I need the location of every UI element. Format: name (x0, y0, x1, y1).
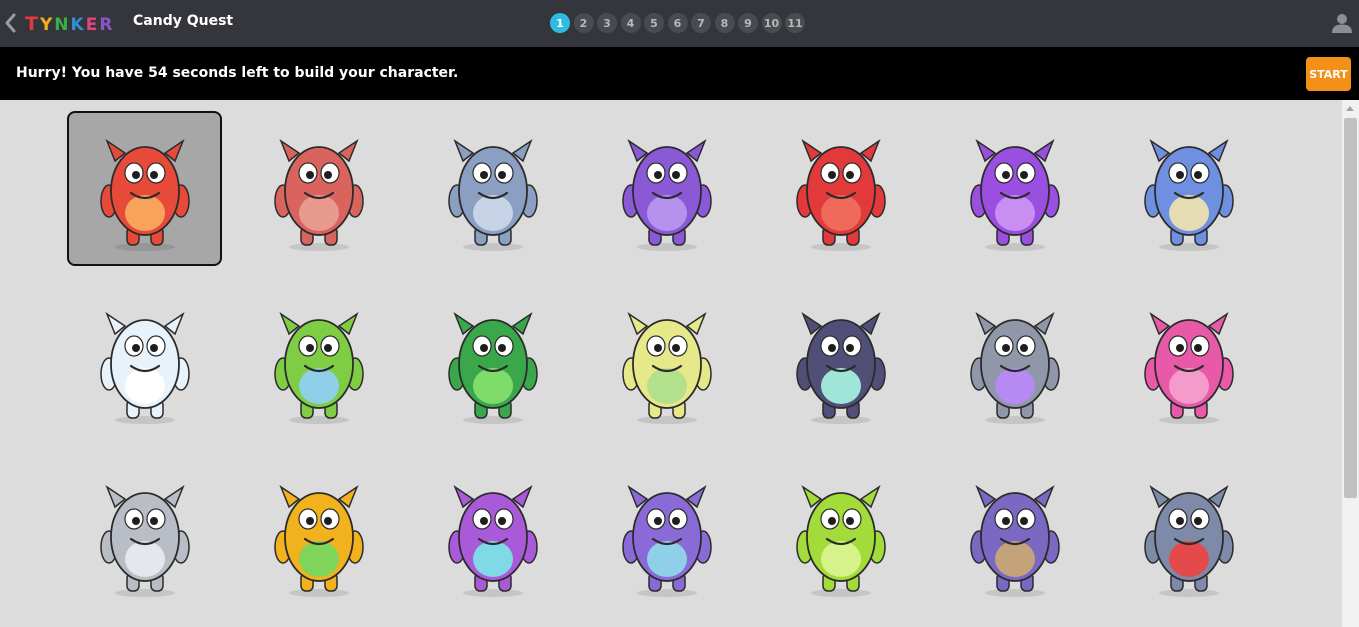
character-option-16[interactable] (241, 457, 396, 612)
logo-letter: R (99, 15, 115, 35)
user-account-button[interactable] (1331, 12, 1353, 34)
scrollbar-thumb[interactable] (1344, 118, 1357, 498)
blue-fly-bug-icon (795, 311, 886, 424)
ghost-monster-icon (99, 311, 190, 424)
character-option-18[interactable] (589, 457, 744, 612)
page-step-6[interactable]: 6 (667, 13, 688, 33)
character-option-9[interactable] (241, 284, 396, 439)
character-option-19[interactable] (763, 457, 918, 612)
page-step-1[interactable]: 1 (550, 13, 570, 33)
logo-letter: K (70, 15, 86, 35)
page-step-4[interactable]: 4 (620, 13, 641, 33)
purple-horned-monster-icon (969, 138, 1060, 251)
yellow-horned-monster-icon (621, 311, 712, 424)
chevron-left-icon (5, 13, 16, 33)
character-option-11[interactable] (589, 284, 744, 439)
logo-letter: Y (39, 15, 55, 35)
yellow-spiky-monster-icon (273, 484, 364, 597)
character-option-15[interactable] (67, 457, 222, 612)
character-option-1[interactable] (67, 111, 222, 266)
character-option-2[interactable] (241, 111, 396, 266)
character-option-13[interactable] (937, 284, 1092, 439)
page-step-5[interactable]: 5 (644, 13, 664, 33)
page-step-9[interactable]: 9 (738, 13, 758, 33)
character-option-20[interactable] (937, 457, 1092, 612)
project-title: Candy Quest (133, 13, 234, 29)
pink-monster-icon (1143, 311, 1234, 424)
green-furry-monster-icon (273, 311, 364, 424)
scrollbar[interactable] (1342, 100, 1359, 627)
blue-furry-monster-icon (1143, 138, 1234, 251)
back-button[interactable] (2, 12, 20, 34)
green-slug-monster-icon (795, 484, 886, 597)
character-option-3[interactable] (415, 111, 570, 266)
page-step-7[interactable]: 7 (691, 13, 711, 33)
purple-bat-icon (621, 138, 712, 251)
purple-owl-monster-icon (969, 484, 1060, 597)
step-pager: 1 2 3 4 5 6 7 8 9 10 11 (550, 13, 805, 33)
character-option-10[interactable] (415, 284, 570, 439)
purple-sad-monster-icon (621, 484, 712, 597)
red-furry-monster-icon (99, 138, 190, 251)
character-option-6[interactable] (937, 111, 1092, 266)
character-option-21[interactable] (1111, 457, 1266, 612)
character-option-7[interactable] (1111, 111, 1266, 266)
red-ant-creature-icon (273, 138, 364, 251)
top-navigation-bar: TYNKER Candy Quest 1 2 3 4 5 6 7 8 9 10 … (0, 0, 1359, 47)
character-option-17[interactable] (415, 457, 570, 612)
page-step-2[interactable]: 2 (573, 13, 594, 33)
purple-blue-hair-monster-icon (447, 484, 538, 597)
user-icon (1332, 14, 1352, 33)
logo-letter: T (25, 13, 40, 35)
character-option-4[interactable] (589, 111, 744, 266)
page-step-11[interactable]: 11 (785, 13, 805, 33)
page-step-3[interactable]: 3 (597, 13, 617, 33)
character-option-5[interactable] (763, 111, 918, 266)
character-option-12[interactable] (763, 284, 918, 439)
robot-bug-icon (447, 138, 538, 251)
green-drill-robot-icon (447, 311, 538, 424)
page-step-8[interactable]: 8 (714, 13, 735, 33)
gray-spider-robot-icon (1143, 484, 1234, 597)
page-step-10[interactable]: 10 (761, 13, 782, 33)
logo-letter: N (54, 15, 71, 35)
start-button[interactable]: START (1306, 57, 1351, 91)
character-option-8[interactable] (67, 284, 222, 439)
character-option-14[interactable] (1111, 284, 1266, 439)
timer-banner: Hurry! You have 54 seconds left to build… (0, 47, 1359, 100)
knight-robot-icon (99, 484, 190, 597)
timer-message: Hurry! You have 54 seconds left to build… (16, 65, 459, 81)
red-block-monster-icon (795, 138, 886, 251)
scroll-up-arrow[interactable] (1346, 106, 1354, 111)
tynker-logo[interactable]: TYNKER (25, 11, 114, 37)
logo-letter: E (85, 15, 100, 35)
character-grid (0, 100, 1342, 627)
robot-fly-icon (969, 311, 1060, 424)
